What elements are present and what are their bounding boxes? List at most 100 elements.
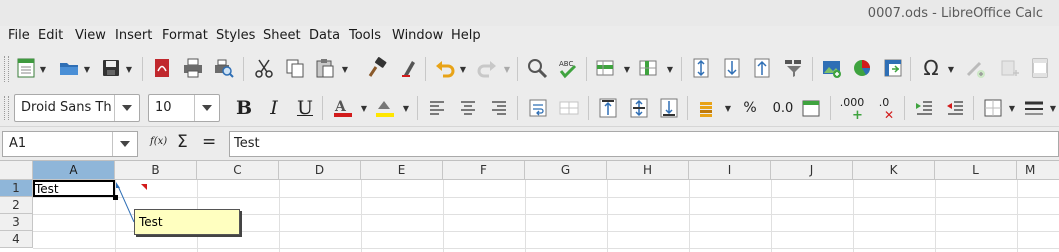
formula-input[interactable]: Test — [229, 131, 1059, 157]
merge-cells-icon[interactable] — [557, 96, 581, 120]
column-header[interactable]: E — [361, 161, 443, 180]
open-folder-icon[interactable] — [57, 56, 81, 80]
decrease-indent-icon[interactable] — [943, 96, 967, 120]
print-icon[interactable] — [181, 56, 205, 80]
column-header[interactable]: H — [607, 161, 689, 180]
column-header[interactable]: C — [197, 161, 279, 180]
borders-dropdown-icon[interactable]: ▼ — [1008, 98, 1016, 118]
percent-format-button[interactable]: % — [738, 96, 762, 120]
row-header[interactable]: 2 — [0, 197, 33, 214]
font-name-combobox[interactable]: Droid Sans Tha — [14, 94, 140, 122]
autofilter-icon[interactable] — [781, 56, 805, 80]
column-header[interactable]: B — [115, 161, 197, 180]
function-wizard-button[interactable]: f(x) — [150, 136, 167, 147]
comment-popup[interactable]: Test — [134, 209, 240, 235]
increase-indent-icon[interactable] — [912, 96, 936, 120]
paste-dropdown-icon[interactable]: ▼ — [341, 59, 349, 79]
cell-a1[interactable]: Test — [33, 180, 147, 197]
center-vertically-icon[interactable] — [627, 96, 651, 120]
insert-chart-icon[interactable] — [850, 56, 874, 80]
font-size-value[interactable]: 10 — [155, 100, 172, 115]
font-name-value[interactable]: Droid Sans Tha — [21, 100, 111, 115]
column-header[interactable]: K — [853, 161, 935, 180]
spreadsheet-grid[interactable]: A B C D E F G H I J K L M 1 2 3 4 Test T… — [0, 160, 1059, 252]
name-box-value[interactable]: A1 — [9, 136, 26, 151]
border-style-dropdown-icon[interactable]: ▼ — [1049, 98, 1057, 118]
column-header[interactable]: D — [279, 161, 361, 180]
menu-view[interactable]: View — [75, 28, 106, 43]
copy-icon[interactable] — [283, 56, 307, 80]
menu-file[interactable]: File — [8, 28, 30, 43]
spelling-icon[interactable]: ABC — [556, 56, 580, 80]
cut-icon[interactable] — [252, 56, 276, 80]
headers-footers-icon[interactable] — [1028, 56, 1052, 80]
column-dropdown-icon[interactable]: ▼ — [666, 59, 674, 79]
column-header[interactable]: I — [689, 161, 771, 180]
bold-button[interactable]: B — [232, 96, 256, 120]
font-name-dropdown-icon[interactable] — [114, 95, 139, 121]
menu-edit[interactable]: Edit — [38, 28, 63, 43]
save-icon[interactable] — [99, 56, 123, 80]
font-size-dropdown-icon[interactable] — [194, 95, 219, 121]
align-right-icon[interactable] — [487, 96, 511, 120]
menu-format[interactable]: Format — [162, 28, 208, 43]
menu-window[interactable]: Window — [392, 28, 443, 43]
undo-dropdown-icon[interactable]: ▼ — [459, 59, 467, 79]
select-all-corner[interactable] — [0, 161, 33, 180]
sum-button[interactable]: Σ — [177, 132, 188, 152]
highlight-color-icon[interactable] — [373, 96, 397, 120]
optimal-row-height-icon[interactable] — [689, 56, 713, 80]
name-box-dropdown-icon[interactable] — [112, 132, 137, 156]
border-style-icon[interactable] — [1022, 96, 1046, 120]
font-color-dropdown-icon[interactable]: ▼ — [360, 98, 368, 118]
menu-help[interactable]: Help — [451, 28, 481, 43]
align-top-icon[interactable] — [596, 96, 620, 120]
column-header[interactable]: G — [525, 161, 607, 180]
clear-formatting-icon[interactable] — [397, 56, 421, 80]
new-document-icon[interactable] — [14, 56, 38, 80]
sort-ascending-icon[interactable] — [750, 56, 774, 80]
insert-image-icon[interactable] — [820, 56, 844, 80]
font-color-icon[interactable]: A — [331, 96, 355, 120]
row-icon[interactable] — [594, 56, 618, 80]
column-header[interactable]: M — [1017, 161, 1059, 180]
menu-tools[interactable]: Tools — [349, 28, 381, 43]
menu-sheet[interactable]: Sheet — [263, 28, 301, 43]
special-character-icon[interactable]: Ω — [919, 56, 943, 80]
align-center-icon[interactable] — [456, 96, 480, 120]
highlight-dropdown-icon[interactable]: ▼ — [402, 98, 410, 118]
row-header[interactable]: 1 — [0, 180, 33, 197]
print-preview-icon[interactable] — [211, 56, 235, 80]
align-bottom-icon[interactable] — [657, 96, 681, 120]
column-header[interactable]: A — [33, 161, 115, 180]
paste-icon[interactable] — [313, 56, 337, 80]
formula-input-value[interactable]: Test — [234, 136, 260, 151]
column-header[interactable]: F — [443, 161, 525, 180]
open-dropdown-icon[interactable]: ▼ — [83, 59, 91, 79]
currency-dropdown-icon[interactable]: ▼ — [724, 98, 732, 118]
redo-dropdown-icon[interactable]: ▼ — [503, 59, 511, 79]
row-header[interactable]: 3 — [0, 214, 33, 231]
new-dropdown-icon[interactable]: ▼ — [39, 59, 47, 79]
row-dropdown-icon[interactable]: ▼ — [623, 59, 631, 79]
special-character-dropdown-icon[interactable]: ▼ — [947, 59, 955, 79]
menu-insert[interactable]: Insert — [115, 28, 152, 43]
align-left-icon[interactable] — [425, 96, 449, 120]
column-header[interactable]: L — [935, 161, 1017, 180]
name-box[interactable]: A1 — [2, 131, 138, 157]
redo-icon[interactable] — [475, 56, 499, 80]
pivot-table-icon[interactable] — [881, 56, 905, 80]
hyperlink-icon[interactable] — [963, 56, 987, 80]
save-dropdown-icon[interactable]: ▼ — [125, 59, 133, 79]
formula-button[interactable]: = — [202, 132, 216, 152]
date-format-icon[interactable] — [799, 96, 823, 120]
comment-icon[interactable] — [998, 56, 1022, 80]
undo-icon[interactable] — [433, 56, 457, 80]
find-replace-icon[interactable] — [525, 56, 549, 80]
row-header[interactable]: 4 — [0, 231, 33, 248]
borders-icon[interactable] — [981, 96, 1005, 120]
column-header[interactable]: J — [771, 161, 853, 180]
export-pdf-icon[interactable] — [150, 56, 174, 80]
toolbar-grip[interactable] — [4, 96, 9, 120]
toolbar-grip[interactable] — [4, 56, 9, 82]
